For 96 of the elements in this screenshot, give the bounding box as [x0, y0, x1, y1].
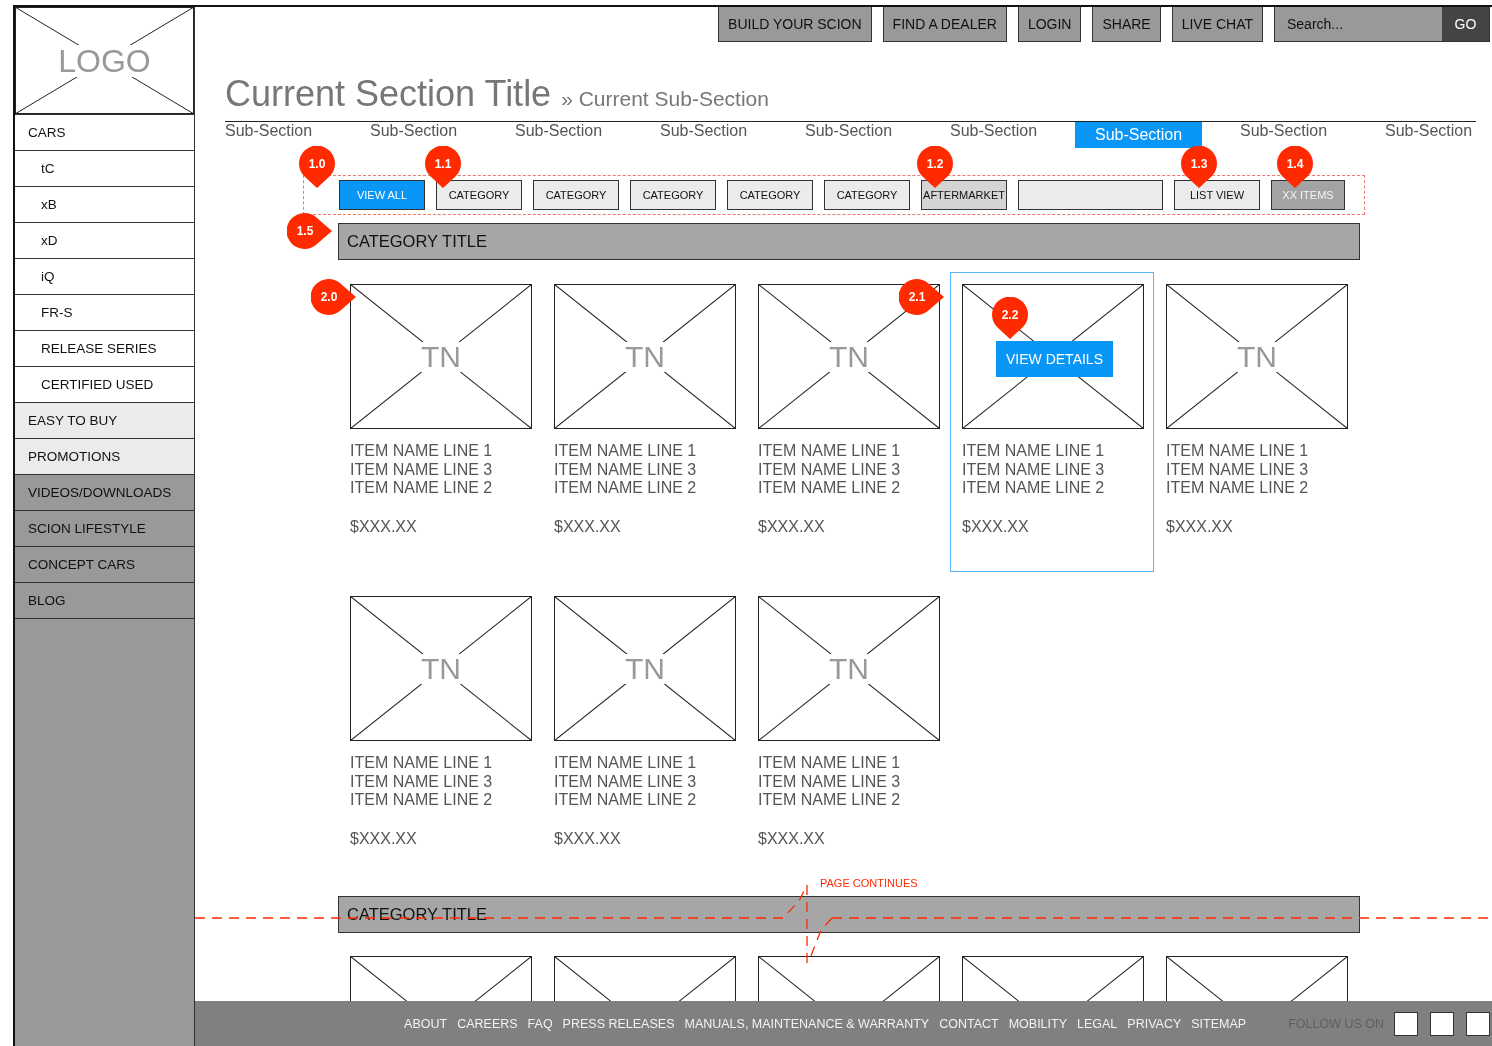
- sidebar-item[interactable]: xD: [15, 223, 194, 259]
- annotation-marker: 1.2: [917, 146, 953, 189]
- sidebar-item[interactable]: FR-S: [15, 295, 194, 331]
- sidebar-item[interactable]: iQ: [15, 259, 194, 295]
- item-name: ITEM NAME LINE 2: [350, 479, 494, 498]
- thumbnail-label: TN: [623, 653, 667, 684]
- item-price: $XXX.XX: [350, 829, 418, 848]
- annotation-marker: 2.2: [992, 297, 1028, 340]
- list-view-button[interactable]: LIST VIEW: [1174, 180, 1260, 210]
- item-name: ITEM NAME LINE 3: [554, 772, 698, 791]
- item-name: ITEM NAME LINE 2: [350, 791, 494, 810]
- item-name: ITEM NAME LINE 1: [758, 442, 902, 461]
- item-name: ITEM NAME LINE 2: [758, 791, 902, 810]
- thumbnail-label: TN: [1235, 341, 1279, 372]
- item-name: ITEM NAME LINE 1: [554, 442, 698, 461]
- item-name: ITEM NAME LINE 3: [554, 460, 698, 479]
- sidebar-item[interactable]: RELEASE SERIES: [15, 331, 194, 367]
- footer-link[interactable]: CAREERS: [457, 1016, 518, 1031]
- thumbnail-label: TN: [827, 341, 871, 372]
- subsection-tab[interactable]: Sub-Section: [805, 120, 893, 142]
- category-filter-button[interactable]: CATEGORY: [436, 180, 522, 210]
- subsection-tab[interactable]: Sub-Section: [660, 120, 748, 142]
- social-icon-placeholder[interactable]: [1430, 1011, 1454, 1036]
- item-name: ITEM NAME LINE 1: [758, 754, 902, 773]
- page-continues-note: PAGE CONTINUES: [820, 877, 918, 889]
- nav-button[interactable]: LOGIN: [1017, 7, 1082, 42]
- item-name: ITEM NAME LINE 3: [758, 772, 902, 791]
- category-filter-button[interactable]: CATEGORY: [727, 180, 813, 210]
- category-filter-button[interactable]: CATEGORY: [824, 180, 910, 210]
- nav-button[interactable]: LIVE CHAT: [1171, 7, 1263, 42]
- section-title: Current Section Title: [225, 73, 552, 115]
- footer-link[interactable]: MOBILITY: [1008, 1016, 1067, 1031]
- item-price: $XXX.XX: [758, 829, 826, 848]
- thumbnail-label: TN: [419, 341, 463, 372]
- item-name: ITEM NAME LINE 1: [554, 754, 698, 773]
- item-name: ITEM NAME LINE 2: [554, 479, 698, 498]
- item-name: ITEM NAME LINE 3: [962, 460, 1106, 479]
- item-price: $XXX.XX: [1166, 517, 1234, 536]
- nav-button[interactable]: FIND A DEALER: [882, 7, 1007, 42]
- item-price: $XXX.XX: [350, 517, 418, 536]
- annotation-marker: 2.0: [311, 279, 357, 315]
- footer-link[interactable]: SITEMAP: [1191, 1016, 1247, 1031]
- footer-link[interactable]: CONTACT: [939, 1016, 999, 1031]
- category-filter-button[interactable]: CATEGORY: [630, 180, 716, 210]
- item-name: ITEM NAME LINE 1: [962, 442, 1106, 461]
- item-name: ITEM NAME LINE 2: [1166, 479, 1310, 498]
- sidebar-item[interactable]: xB: [15, 187, 194, 223]
- subsection-tab[interactable]: Sub-Section: [370, 120, 458, 142]
- item-price: $XXX.XX: [554, 517, 622, 536]
- item-name: ITEM NAME LINE 3: [1166, 460, 1310, 479]
- annotation-marker: 1.4: [1277, 146, 1313, 189]
- subsection-tab[interactable]: Sub-Section: [515, 120, 603, 142]
- annotation-marker: 1.0: [299, 146, 335, 189]
- footer-link[interactable]: PRESS RELEASES: [562, 1016, 675, 1031]
- sidebar-item[interactable]: PROMOTIONS: [15, 439, 194, 475]
- sidebar-item[interactable]: EASY TO BUY: [15, 403, 194, 439]
- subsection-tab[interactable]: Sub-Section: [950, 120, 1038, 142]
- category-filter-button[interactable]: CATEGORY: [533, 180, 619, 210]
- annotation-marker: 2.1: [899, 279, 945, 315]
- item-name: ITEM NAME LINE 2: [962, 479, 1106, 498]
- item-name: ITEM NAME LINE 1: [350, 754, 494, 773]
- footer-link[interactable]: PRIVACY: [1127, 1016, 1182, 1031]
- item-name: ITEM NAME LINE 3: [758, 460, 902, 479]
- thumbnail-label: TN: [827, 653, 871, 684]
- sidebar-item[interactable]: CARS: [15, 115, 194, 151]
- annotation-marker: 1.5: [287, 213, 333, 249]
- sidebar-item[interactable]: tC: [15, 151, 194, 187]
- item-name: ITEM NAME LINE 1: [350, 442, 494, 461]
- aftermarket-button[interactable]: AFTERMARKET: [921, 180, 1007, 210]
- nav-button[interactable]: BUILD YOUR SCION: [718, 7, 872, 42]
- social-icon-placeholder[interactable]: [1394, 1011, 1418, 1036]
- subsection-tab[interactable]: Sub-Section: [1385, 120, 1473, 142]
- footer-link[interactable]: LEGAL: [1077, 1016, 1118, 1031]
- subsection-tab[interactable]: Sub-Section: [225, 120, 313, 142]
- item-name: ITEM NAME LINE 3: [350, 772, 494, 791]
- item-price: $XXX.XX: [758, 517, 826, 536]
- item-name: ITEM NAME LINE 2: [758, 479, 902, 498]
- thumbnail-label: TN: [623, 341, 667, 372]
- thumbnail-label: TN: [419, 653, 463, 684]
- category-title-bar: CATEGORY TITLE: [338, 223, 1360, 260]
- item-name: ITEM NAME LINE 3: [350, 460, 494, 479]
- subsection-tab[interactable]: Sub-Section: [1240, 120, 1328, 142]
- annotation-marker: 1.3: [1181, 146, 1217, 189]
- sidebar-item[interactable]: CERTIFIED USED: [15, 367, 194, 403]
- annotation-marker: 1.1: [425, 146, 461, 189]
- footer-link[interactable]: ABOUT: [404, 1016, 448, 1031]
- footer-link[interactable]: MANUALS, MAINTENANCE & WARRANTY: [684, 1016, 930, 1031]
- item-name: ITEM NAME LINE 2: [554, 791, 698, 810]
- footer-link[interactable]: FAQ: [527, 1016, 553, 1031]
- input-field[interactable]: [1018, 180, 1163, 210]
- nav-button[interactable]: SHARE: [1092, 7, 1161, 42]
- social-icon-placeholder[interactable]: [1466, 1011, 1490, 1036]
- item-name: ITEM NAME LINE 1: [1166, 442, 1310, 461]
- breadcrumb-subtitle: » Current Sub-Section: [561, 87, 769, 111]
- item-price: $XXX.XX: [554, 829, 622, 848]
- item-price: $XXX.XX: [962, 517, 1030, 536]
